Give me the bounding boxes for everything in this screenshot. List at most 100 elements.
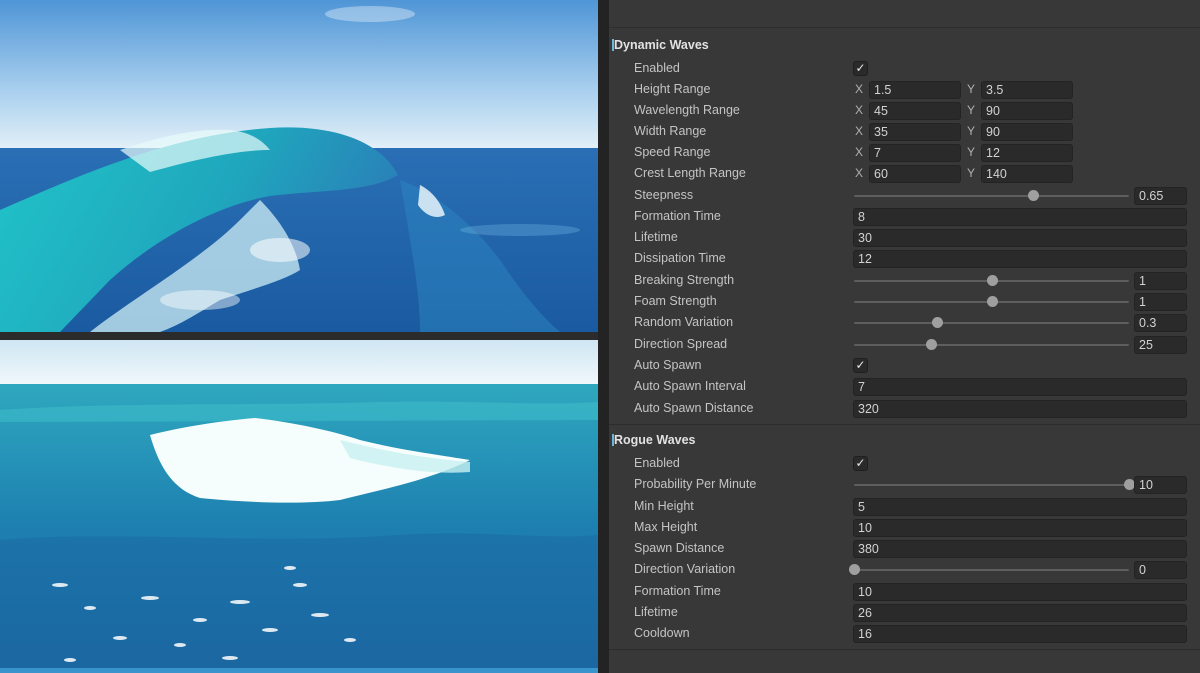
row-width-range: Width Range X 35 Y 90	[609, 121, 1200, 142]
label-spawn-distance: Spawn Distance	[634, 541, 725, 555]
height-range-y-field[interactable]: 3.5	[981, 80, 1073, 99]
width-range-x-field[interactable]: 35	[869, 122, 961, 141]
crest-length-range-y-field[interactable]: 140	[981, 164, 1073, 183]
axis-y-label: Y	[967, 103, 976, 117]
steepness-slider-handle[interactable]	[1027, 190, 1039, 201]
row-random-variation: Random Variation 0.3	[609, 312, 1200, 333]
steepness-field[interactable]: 0.65	[1134, 186, 1187, 205]
axis-y-label: Y	[967, 145, 976, 159]
scene-viewports	[0, 0, 598, 673]
viewport-divider	[0, 332, 598, 340]
label-height-range: Height Range	[634, 82, 711, 96]
max-height-field[interactable]: 10	[853, 518, 1187, 537]
label-steepness: Steepness	[634, 188, 694, 202]
label-enabled: Enabled	[634, 61, 680, 75]
section-title: Dynamic Waves	[614, 38, 709, 52]
random-variation-slider-track[interactable]	[854, 322, 1129, 324]
label-enabled: Enabled	[634, 456, 680, 470]
direction-spread-field[interactable]: 25	[1134, 335, 1187, 354]
direction-spread-slider-track[interactable]	[854, 344, 1129, 346]
row-crest-length-range: Crest Length Range X 60 Y 140	[609, 163, 1200, 184]
breaking-wave-render	[0, 0, 598, 332]
section-title: Rogue Waves	[614, 433, 696, 447]
row-dw-lifetime: Lifetime 30	[609, 227, 1200, 248]
label-wavelength-range: Wavelength Range	[634, 103, 740, 117]
direction-variation-field[interactable]: 0	[1134, 560, 1187, 579]
speed-range-x-field[interactable]: 7	[869, 143, 961, 162]
checkmark-icon: ✓	[855, 61, 866, 75]
checkmark-icon: ✓	[855, 358, 866, 372]
probability-slider-track[interactable]	[854, 484, 1129, 486]
section-rogue-waves-header[interactable]: Rogue Waves	[609, 429, 1200, 451]
axis-x-label: X	[855, 103, 864, 117]
label-probability-per-minute: Probability Per Minute	[634, 477, 757, 491]
section-divider	[609, 424, 1200, 425]
row-min-height: Min Height 5	[609, 496, 1200, 517]
crest-length-range-x-field[interactable]: 60	[869, 164, 961, 183]
breaking-strength-field[interactable]: 1	[1134, 271, 1187, 290]
direction-variation-slider-track[interactable]	[854, 569, 1129, 571]
axis-x-label: X	[855, 166, 864, 180]
width-range-y-field[interactable]: 90	[981, 122, 1073, 141]
row-dw-enabled: Enabled ✓	[609, 58, 1200, 79]
dw-lifetime-field[interactable]: 30	[853, 228, 1187, 247]
axis-y-label: Y	[967, 82, 976, 96]
wavelength-range-x-field[interactable]: 45	[869, 101, 961, 120]
label-breaking-strength: Breaking Strength	[634, 273, 735, 287]
label-auto-spawn-distance: Auto Spawn Distance	[634, 401, 754, 415]
row-steepness: Steepness 0.65	[609, 185, 1200, 206]
dw-enabled-checkbox[interactable]: ✓	[853, 61, 868, 76]
height-range-x-field[interactable]: 1.5	[869, 80, 961, 99]
random-variation-field[interactable]: 0.3	[1134, 313, 1187, 332]
label-formation-time: Formation Time	[634, 584, 721, 598]
auto-spawn-interval-field[interactable]: 7	[853, 377, 1187, 396]
label-random-variation: Random Variation	[634, 315, 734, 329]
row-direction-spread: Direction Spread 25	[609, 334, 1200, 355]
row-direction-variation: Direction Variation 0	[609, 559, 1200, 580]
rogue-wave-render	[0, 340, 598, 673]
label-dissipation-time: Dissipation Time	[634, 251, 726, 265]
wavelength-range-y-field[interactable]: 90	[981, 101, 1073, 120]
label-formation-time: Formation Time	[634, 209, 721, 223]
random-variation-slider-handle[interactable]	[931, 317, 943, 328]
row-breaking-strength: Breaking Strength 1	[609, 270, 1200, 291]
cooldown-field[interactable]: 16	[853, 624, 1187, 643]
breaking-strength-slider-handle[interactable]	[986, 275, 998, 286]
label-cooldown: Cooldown	[634, 626, 690, 640]
label-direction-variation: Direction Variation	[634, 562, 736, 576]
ocean-viewport-bottom[interactable]	[0, 340, 598, 673]
inspector-top-strip	[609, 0, 1200, 28]
speed-range-y-field[interactable]: 12	[981, 143, 1073, 162]
panel-divider	[598, 0, 609, 673]
label-auto-spawn: Auto Spawn	[634, 358, 702, 372]
label-lifetime: Lifetime	[634, 230, 678, 244]
row-foam-strength: Foam Strength 1	[609, 291, 1200, 312]
foam-strength-field[interactable]: 1	[1134, 292, 1187, 311]
row-rw-lifetime: Lifetime 26	[609, 602, 1200, 623]
direction-spread-slider-handle[interactable]	[926, 339, 937, 350]
rw-lifetime-field[interactable]: 26	[853, 603, 1187, 622]
section-divider	[609, 649, 1200, 650]
direction-variation-slider-handle[interactable]	[849, 564, 860, 575]
steepness-slider-track[interactable]	[854, 195, 1129, 197]
axis-y-label: Y	[967, 166, 976, 180]
dissipation-time-field[interactable]: 12	[853, 249, 1187, 268]
foam-strength-slider-handle[interactable]	[986, 296, 998, 307]
spawn-distance-field[interactable]: 380	[853, 539, 1187, 558]
label-foam-strength: Foam Strength	[634, 294, 717, 308]
auto-spawn-distance-field[interactable]: 320	[853, 399, 1187, 418]
label-max-height: Max Height	[634, 520, 698, 534]
label-crest-length-range: Crest Length Range	[634, 166, 746, 180]
dw-formation-time-field[interactable]: 8	[853, 207, 1187, 226]
row-cooldown: Cooldown 16	[609, 623, 1200, 644]
rw-enabled-checkbox[interactable]: ✓	[853, 456, 868, 471]
auto-spawn-checkbox[interactable]: ✓	[853, 358, 868, 373]
rw-formation-time-field[interactable]: 10	[853, 582, 1187, 601]
section-dynamic-waves-header[interactable]: Dynamic Waves	[609, 34, 1200, 56]
label-auto-spawn-interval: Auto Spawn Interval	[634, 379, 746, 393]
ocean-viewport-top[interactable]	[0, 0, 598, 332]
min-height-field[interactable]: 5	[853, 497, 1187, 516]
row-spawn-distance: Spawn Distance 380	[609, 538, 1200, 559]
probability-field[interactable]: 10	[1134, 475, 1187, 494]
label-min-height: Min Height	[634, 499, 694, 513]
